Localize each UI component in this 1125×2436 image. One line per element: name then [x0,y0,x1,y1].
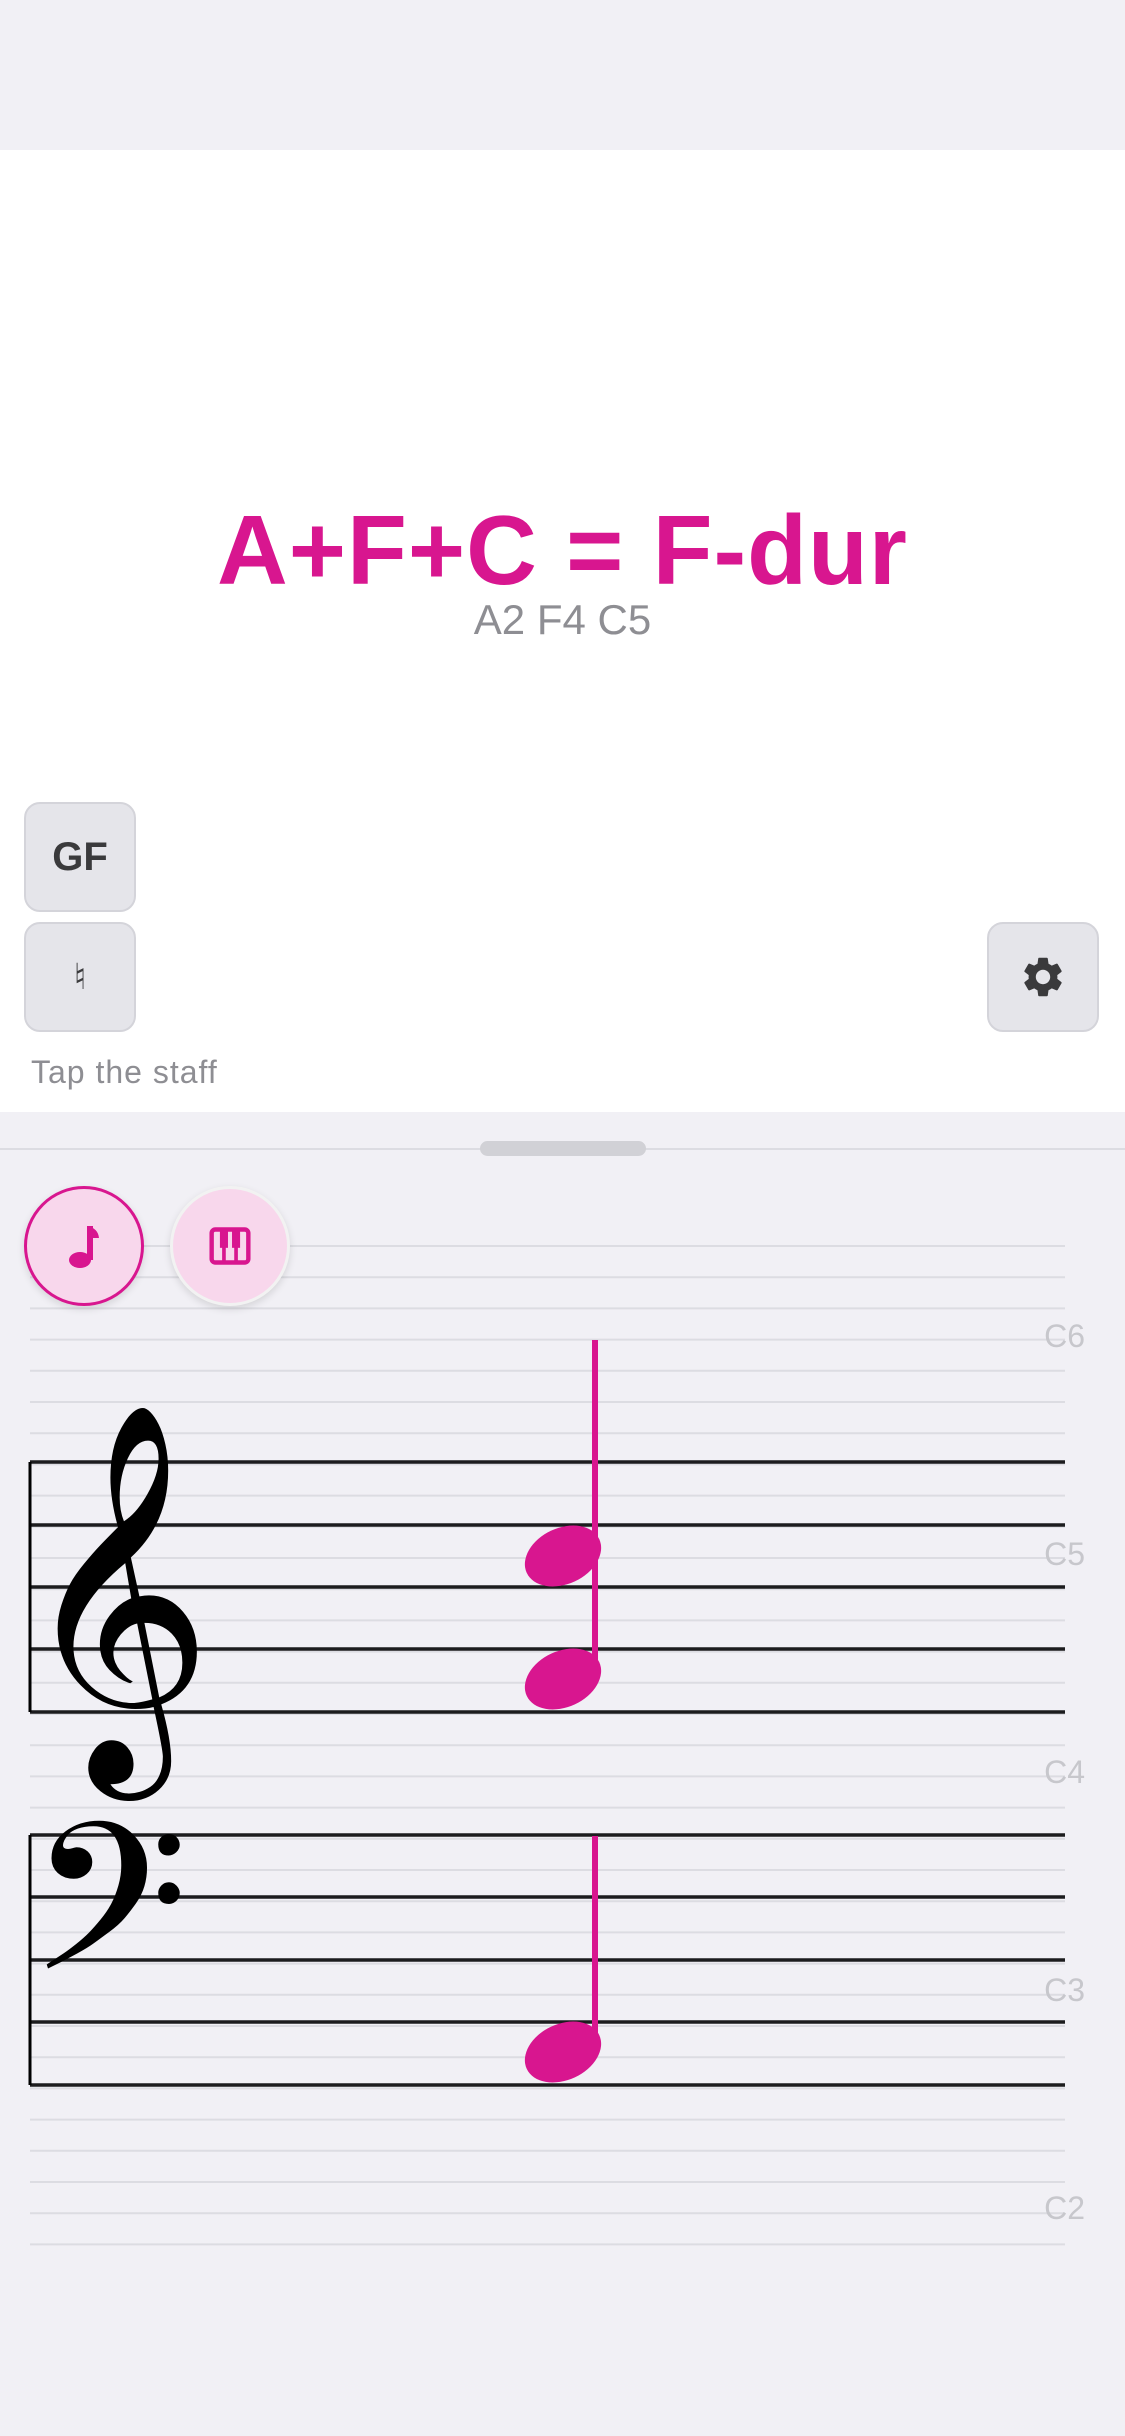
notation-toggle-button[interactable]: GF [24,802,136,912]
piano-mode-button[interactable] [170,1186,290,1306]
settings-button[interactable] [987,922,1099,1032]
hint-text: Tap the staff [31,1054,218,1090]
octave-label-c6: C6 [1044,1318,1085,1354]
notes-mode-button[interactable] [24,1186,144,1306]
treble-clef: 𝄞 [18,1399,213,1803]
octave-label-c4: C4 [1044,1754,1085,1790]
octave-label-c3: C3 [1044,1972,1085,2008]
octave-label-c2: C2 [1044,2190,1085,2226]
music-note-icon [69,1226,99,1268]
chord-notes: A2 F4 C5 [473,596,652,643]
status-bar-area [0,0,1125,150]
gear-icon [1024,957,1062,997]
bass-clef: 𝄢 [28,1778,189,2069]
accidental-button[interactable]: ♮ [24,922,136,1032]
piano-keys-icon [209,1227,251,1265]
octave-label-c5: C5 [1044,1536,1085,1572]
grand-staff[interactable]: 𝄞 𝄢 [0,1150,1125,2436]
